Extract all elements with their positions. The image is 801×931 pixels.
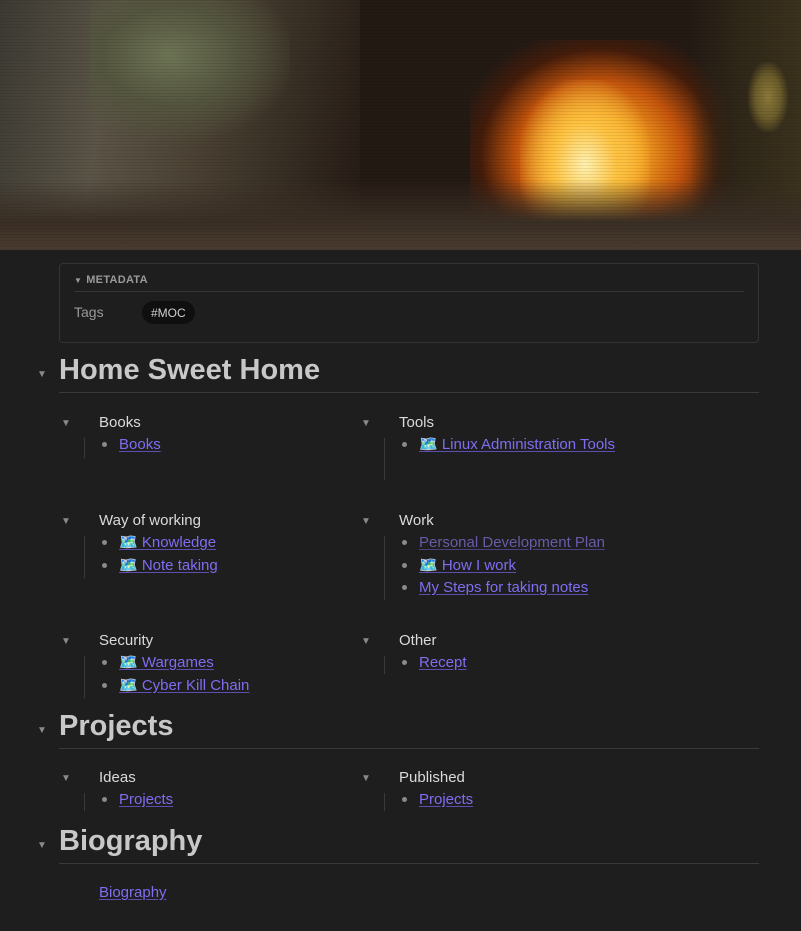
list-item: 🗺️ Knowledge	[102, 532, 349, 555]
card-security: ▼ Security 🗺️ Wargames 🗺️ Cyber Kill Cha…	[59, 632, 349, 702]
fold-caret-icon[interactable]: ▼	[361, 418, 371, 429]
fold-caret-icon[interactable]: ▼	[37, 369, 47, 380]
fold-caret-icon[interactable]: ▼	[361, 636, 371, 647]
link-list: Personal Development Plan 🗺️ How I work …	[402, 532, 659, 600]
link-list: 🗺️ Knowledge 🗺️ Note taking	[102, 532, 349, 578]
heading-home-sweet-home: ▼ Home Sweet Home	[37, 354, 759, 393]
card-title: Tools	[399, 414, 435, 431]
card-title: Security	[99, 632, 154, 649]
internal-link[interactable]: Recept	[419, 654, 467, 671]
fold-caret-icon[interactable]: ▼	[361, 773, 371, 784]
list-item: Recept	[402, 652, 649, 675]
note-content: ▼ METADATA Tags #MOC ▼ Home Sweet Home ▼ …	[0, 250, 801, 931]
card-ideas: ▼ Ideas Projects	[59, 769, 349, 819]
fold-caret-icon[interactable]: ▼	[61, 418, 71, 429]
list-item: 🗺️ How I work	[402, 555, 659, 578]
link-list: Books	[102, 434, 349, 457]
list-item: Personal Development Plan	[402, 532, 659, 555]
list-item: Projects	[402, 789, 649, 812]
tag-pill[interactable]: #MOC	[142, 301, 195, 324]
card-title: Books	[99, 414, 141, 431]
internal-link[interactable]: 🗺️ Note taking	[119, 557, 218, 574]
banner-image	[0, 0, 801, 250]
heading-text: Home Sweet Home	[59, 354, 321, 386]
list-item: 🗺️ Cyber Kill Chain	[102, 675, 349, 698]
list-item: 🗺️ Linux Administration Tools	[402, 434, 619, 457]
heading-biography: ▼ Biography	[37, 825, 759, 864]
list-item: Projects	[102, 789, 349, 812]
list-item: Books	[102, 434, 349, 457]
tags-label: Tags	[74, 304, 104, 320]
card-title: Other	[399, 632, 437, 649]
list-item: 🗺️ Wargames	[102, 652, 349, 675]
card-title: Published	[399, 769, 465, 786]
card-published: ▼ Published Projects	[359, 769, 649, 819]
internal-link[interactable]: 🗺️ Linux Administration Tools	[419, 436, 615, 453]
internal-link[interactable]: 🗺️ Wargames	[119, 654, 214, 671]
list-item: 🗺️ Note taking	[102, 555, 349, 578]
fold-caret-icon[interactable]: ▼	[37, 725, 47, 736]
tags-row: Tags #MOC	[74, 301, 195, 324]
link-list: Projects	[402, 789, 649, 812]
card-title: Work	[399, 512, 434, 529]
internal-link[interactable]: My Steps for taking notes	[419, 579, 588, 596]
card-title: Ideas	[99, 769, 136, 786]
link-list: 🗺️ Wargames 🗺️ Cyber Kill Chain	[102, 652, 349, 698]
fold-caret-icon[interactable]: ▼	[61, 636, 71, 647]
fold-caret-icon[interactable]: ▼	[61, 516, 71, 527]
internal-link[interactable]: Books	[119, 436, 161, 453]
internal-link[interactable]: 🗺️ Cyber Kill Chain	[119, 677, 249, 694]
heading-projects: ▼ Projects	[37, 710, 759, 749]
unresolved-link[interactable]: Personal Development Plan	[419, 534, 605, 551]
biography-link[interactable]: Biography	[99, 884, 167, 901]
link-list: Recept	[402, 652, 649, 675]
heading-text: Biography	[59, 825, 203, 857]
internal-link[interactable]: Projects	[119, 791, 173, 808]
card-work: ▼ Work Personal Development Plan 🗺️ How …	[359, 512, 649, 602]
fold-caret-icon[interactable]: ▼	[61, 773, 71, 784]
internal-link[interactable]: Projects	[419, 791, 473, 808]
fold-caret-icon[interactable]: ▼	[37, 840, 47, 851]
card-tools: ▼ Tools 🗺️ Linux Administration Tools	[359, 414, 649, 484]
metadata-header-label: METADATA	[86, 274, 148, 286]
card-way-of-working: ▼ Way of working 🗺️ Knowledge 🗺️ Note ta…	[59, 512, 349, 582]
internal-link[interactable]: 🗺️ Knowledge	[119, 534, 216, 551]
internal-link[interactable]: 🗺️ How I work	[419, 557, 516, 574]
link-list: Projects	[102, 789, 349, 812]
card-other: ▼ Other Recept	[359, 632, 649, 682]
card-title: Way of working	[99, 512, 201, 529]
metadata-header[interactable]: ▼ METADATA	[74, 274, 744, 292]
heading-text: Projects	[59, 710, 174, 742]
link-list: 🗺️ Linux Administration Tools	[402, 434, 619, 457]
metadata-panel: ▼ METADATA Tags #MOC	[59, 263, 759, 343]
list-item: My Steps for taking notes	[402, 577, 659, 600]
card-books: ▼ Books Books	[59, 414, 349, 474]
collapse-caret-icon[interactable]: ▼	[74, 276, 82, 285]
fold-caret-icon[interactable]: ▼	[361, 516, 371, 527]
